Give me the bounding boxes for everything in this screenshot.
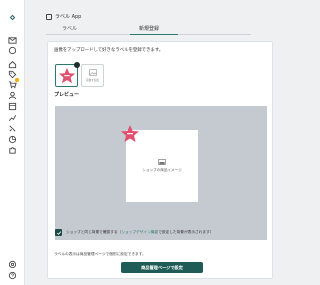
logo-icon[interactable]: [8, 7, 17, 21]
app-icon: [46, 13, 52, 20]
add-image-label: 画像を追加: [86, 79, 99, 82]
instruction-text: 画像をアップロードして好きなラベルを登録できます。: [54, 48, 164, 53]
puzzle-icon[interactable]: [7, 146, 17, 155]
active-tab-indicator: [130, 33, 178, 35]
tab-bar: ラベル 新規登録: [46, 23, 251, 35]
same-background-label: ショップと同じ背景で確認する（ショップデザイン機能で設定した背景が表示されます）: [66, 230, 214, 235]
preview-title: プレビュー: [54, 92, 80, 98]
main-panel: 画像をアップロードして好きなラベルを登録できます。 画像を追加 プレビュー ショ…: [47, 41, 273, 279]
pie-chart-icon[interactable]: [7, 135, 17, 144]
same-background-checkbox[interactable]: [55, 229, 62, 236]
megaphone-icon[interactable]: [7, 124, 17, 133]
add-image-button[interactable]: 画像を追加: [81, 64, 104, 87]
chart-icon[interactable]: [7, 113, 17, 122]
cart-icon[interactable]: [7, 78, 19, 89]
go-to-product-management-button[interactable]: 商品管理ページで設定: [121, 262, 203, 273]
settings-icon[interactable]: [7, 260, 17, 269]
product-image-icon: [158, 159, 166, 165]
tab-labels[interactable]: ラベル: [62, 25, 77, 32]
star-label-icon: [58, 67, 75, 83]
preview-star-label-icon: [121, 125, 139, 142]
page-title: ラベル App: [55, 14, 82, 20]
mail-icon[interactable]: [7, 36, 17, 45]
user-icon[interactable]: [7, 91, 17, 100]
option-suffix: で設定した背景が表示されます）: [158, 230, 214, 234]
tab-new-registration[interactable]: 新規登録: [139, 25, 159, 32]
same-background-option[interactable]: ショップと同じ背景で確認する（ショップデザイン機能で設定した背景が表示されます）: [55, 229, 214, 236]
sidebar: [0, 0, 25, 285]
notification-badge: [15, 78, 19, 82]
selected-check-icon: [74, 62, 80, 68]
preview-area: ショップの商品イメージ: [55, 106, 267, 240]
chat-icon[interactable]: [7, 46, 17, 55]
shop-design-link[interactable]: ショップデザイン機能: [121, 230, 158, 234]
app-header: ラベル App: [46, 13, 81, 20]
product-image-label: ショップの商品イメージ: [142, 168, 182, 172]
label-thumbnail-selected[interactable]: [55, 62, 80, 87]
option-prefix: ショップと同じ背景で確認する（: [66, 230, 122, 234]
help-icon[interactable]: [7, 271, 17, 280]
image-icon: [88, 69, 97, 76]
footer-note: ラベルの表示は商品管理ページで個別に設定できます。: [54, 252, 146, 256]
home-icon[interactable]: [7, 60, 17, 69]
pages-icon[interactable]: [7, 102, 17, 111]
